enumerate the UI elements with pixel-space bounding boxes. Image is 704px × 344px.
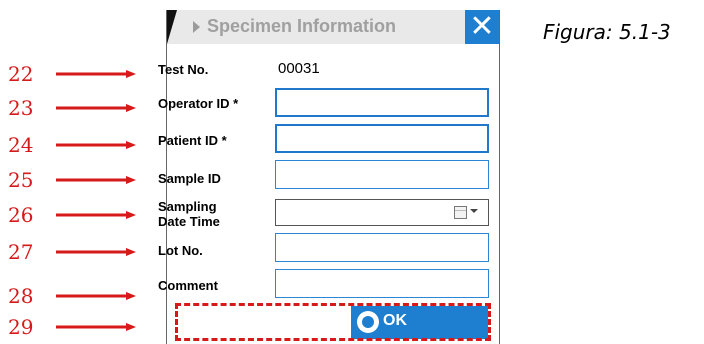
sampling-date-time-picker[interactable] bbox=[275, 199, 489, 226]
figure-caption: Figura: 5.1-3 bbox=[543, 20, 671, 44]
chevron-down-icon[interactable] bbox=[470, 209, 478, 213]
arrow-icon bbox=[56, 104, 136, 112]
sampling-label-line2: Date Time bbox=[158, 214, 220, 229]
callout-number: 27 bbox=[8, 240, 34, 264]
calendar-icon[interactable] bbox=[454, 206, 467, 219]
arrow-icon bbox=[56, 323, 136, 331]
callout-27: 27 bbox=[0, 240, 160, 264]
callout-25: 25 bbox=[0, 168, 160, 192]
comment-label: Comment bbox=[158, 278, 218, 293]
patient-id-input[interactable] bbox=[275, 124, 489, 153]
patient-id-label: Patient ID * bbox=[158, 133, 227, 148]
callout-number: 25 bbox=[8, 168, 34, 192]
comment-input[interactable] bbox=[275, 269, 489, 298]
arrow-icon bbox=[56, 248, 136, 256]
arrow-icon bbox=[56, 70, 136, 78]
arrow-icon bbox=[56, 211, 136, 219]
lot-no-input[interactable] bbox=[275, 233, 489, 262]
triangle-right-icon bbox=[193, 21, 200, 33]
callout-28: 28 bbox=[0, 284, 160, 308]
radio-circle-icon bbox=[357, 311, 379, 333]
dialog-titlebar: Specimen Information ✕ bbox=[167, 10, 499, 44]
close-icon: ✕ bbox=[469, 10, 495, 43]
ok-label: OK bbox=[383, 312, 407, 329]
close-button[interactable]: ✕ bbox=[465, 10, 499, 44]
callout-29: 29 bbox=[0, 315, 160, 339]
dialog-title: Specimen Information bbox=[207, 16, 397, 36]
sample-id-label: Sample ID bbox=[158, 171, 221, 186]
sample-id-input[interactable] bbox=[275, 160, 489, 189]
lot-no-label: Lot No. bbox=[158, 243, 203, 258]
sampling-label-line1: Sampling bbox=[158, 199, 217, 214]
arrow-icon bbox=[56, 292, 136, 300]
callout-26: 26 bbox=[0, 203, 160, 227]
test-no-label: Test No. bbox=[158, 62, 209, 77]
callout-number: 26 bbox=[8, 203, 34, 227]
callout-number: 23 bbox=[8, 96, 34, 120]
test-no-value: 00031 bbox=[278, 60, 320, 77]
callout-number: 28 bbox=[8, 284, 34, 308]
title-accent bbox=[167, 10, 177, 44]
callout-24: 24 bbox=[0, 133, 160, 157]
callout-number: 22 bbox=[8, 62, 34, 86]
operator-id-input[interactable] bbox=[275, 88, 489, 117]
ok-button[interactable]: OK bbox=[351, 306, 488, 339]
callout-number: 29 bbox=[8, 315, 34, 339]
arrow-icon bbox=[56, 141, 136, 149]
callout-22: 22 bbox=[0, 62, 160, 86]
callout-23: 23 bbox=[0, 96, 160, 120]
callout-number: 24 bbox=[8, 133, 34, 157]
arrow-icon bbox=[56, 176, 136, 184]
operator-id-label: Operator ID * bbox=[158, 96, 239, 111]
